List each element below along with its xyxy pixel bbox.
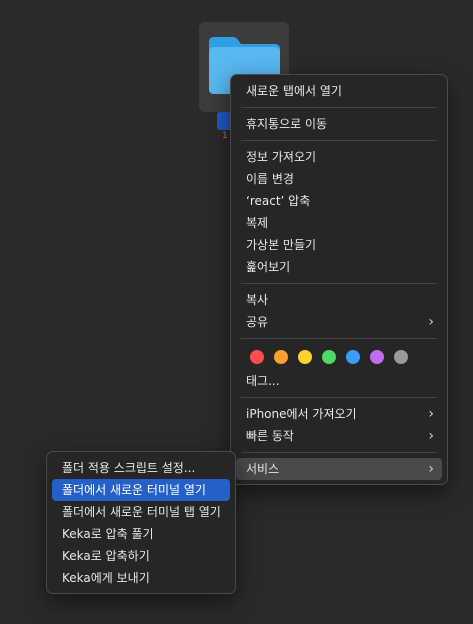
menu-item-share[interactable]: 공유 › (236, 311, 442, 333)
context-menu: 새로운 탭에서 열기 휴지통으로 이동 정보 가져오기 이름 변경 ‘react… (230, 74, 448, 485)
menu-item-services[interactable]: 서비스 › (236, 458, 442, 480)
submenu-item-keka-extract[interactable]: Keka로 압축 풀기 (52, 523, 230, 545)
tag-orange-dot[interactable] (274, 350, 288, 364)
tag-gray-dot[interactable] (394, 350, 408, 364)
menu-item-move-to-trash[interactable]: 휴지통으로 이동 (236, 113, 442, 135)
submenu-item-keka-compress[interactable]: Keka로 압축하기 (52, 545, 230, 567)
menu-item-make-alias[interactable]: 가상본 만들기 (236, 234, 442, 256)
tag-color-row (236, 344, 442, 370)
submenu-item-new-terminal-at-folder[interactable]: 폴더에서 새로운 터미널 열기 (52, 479, 230, 501)
menu-separator (241, 283, 437, 284)
menu-item-import-from-iphone-label: iPhone에서 가져오기 (246, 407, 357, 421)
menu-item-copy[interactable]: 복사 (236, 289, 442, 311)
chevron-right-icon: › (428, 406, 434, 422)
tag-purple-dot[interactable] (370, 350, 384, 364)
services-submenu: 폴더 적용 스크립트 설정... 폴더에서 새로운 터미널 열기 폴더에서 새로… (46, 451, 236, 594)
menu-item-quick-actions-label: 빠른 동작 (246, 429, 294, 443)
menu-item-import-from-iphone[interactable]: iPhone에서 가져오기 › (236, 403, 442, 425)
chevron-right-icon: › (428, 461, 434, 477)
menu-separator (241, 338, 437, 339)
menu-separator (241, 107, 437, 108)
submenu-item-new-terminal-tab-at-folder[interactable]: 폴더에서 새로운 터미널 탭 열기 (52, 501, 230, 523)
menu-item-share-label: 공유 (246, 315, 269, 329)
menu-separator (241, 140, 437, 141)
menu-separator (241, 397, 437, 398)
tag-blue-dot[interactable] (346, 350, 360, 364)
menu-item-get-info[interactable]: 정보 가져오기 (236, 146, 442, 168)
menu-item-services-label: 서비스 (246, 462, 280, 476)
menu-item-rename[interactable]: 이름 변경 (236, 168, 442, 190)
menu-item-compress[interactable]: ‘react’ 압축 (236, 190, 442, 212)
submenu-item-send-to-keka[interactable]: Keka에게 보내기 (52, 567, 230, 589)
chevron-right-icon: › (428, 314, 434, 330)
tag-red-dot[interactable] (250, 350, 264, 364)
submenu-item-folder-actions-setup[interactable]: 폴더 적용 스크립트 설정... (52, 457, 230, 479)
menu-separator (241, 452, 437, 453)
menu-item-tags[interactable]: 태그... (236, 370, 442, 392)
menu-item-duplicate[interactable]: 복제 (236, 212, 442, 234)
menu-item-quick-look[interactable]: 훑어보기 (236, 256, 442, 278)
menu-item-open-in-new-tab[interactable]: 새로운 탭에서 열기 (236, 80, 442, 102)
tag-green-dot[interactable] (322, 350, 336, 364)
menu-item-quick-actions[interactable]: 빠른 동작 › (236, 425, 442, 447)
chevron-right-icon: › (428, 428, 434, 444)
tag-yellow-dot[interactable] (298, 350, 312, 364)
